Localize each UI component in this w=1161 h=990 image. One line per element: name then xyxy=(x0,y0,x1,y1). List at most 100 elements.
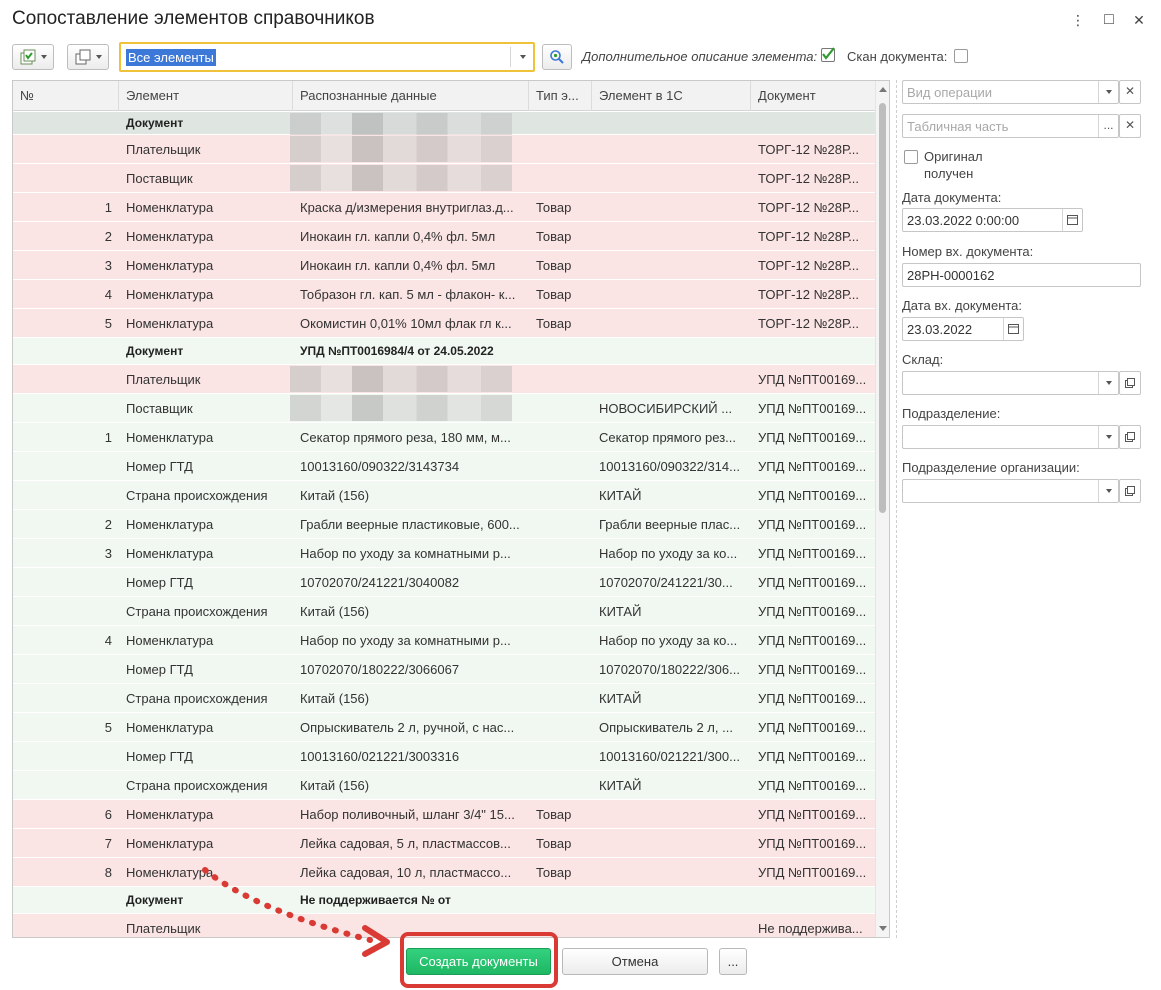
row-type xyxy=(529,510,592,538)
operation-type-field[interactable]: Вид операции xyxy=(902,80,1119,104)
open-warehouse-button[interactable] xyxy=(1119,371,1141,395)
open-org-department-button[interactable] xyxy=(1119,479,1141,503)
table-row[interactable]: 4 Номенклатура Набор по уходу за комнатным… xyxy=(13,626,875,655)
row-recognized-data: Окомистин 0,01% 10мл флак гл к... xyxy=(300,315,512,331)
row-type xyxy=(529,684,592,712)
table-row[interactable]: Страна происхождения Китай (156) КИТАЙ УПД … xyxy=(13,597,875,626)
row-recognized-data: Краска д/измерения внутриглаз.д... xyxy=(300,199,514,215)
filter-select[interactable]: Все элементы xyxy=(119,42,535,72)
chevron-down-icon[interactable] xyxy=(520,55,526,59)
calendar-icon[interactable] xyxy=(1003,318,1023,340)
find-button[interactable] xyxy=(542,44,572,70)
scroll-up-icon[interactable] xyxy=(879,87,887,92)
copy-menu-button[interactable] xyxy=(67,44,109,70)
table-row[interactable]: 5 Номенклатура Окомистин 0,01% 10мл флак г… xyxy=(13,309,875,338)
doc-date-field[interactable]: 23.03.2022 0:00:00 xyxy=(902,208,1083,232)
row-element-1c: КИТАЙ xyxy=(599,603,642,619)
table-row[interactable]: 3 Номенклатура Инокаин гл. капли 0,4% фл. … xyxy=(13,251,875,280)
row-element: Номенклатура xyxy=(126,257,214,273)
items-table[interactable]: № Элемент Распознанные данные Тип э... Э… xyxy=(12,80,890,938)
table-row[interactable]: 1 Номенклатура Секатор прямого реза, 180 м… xyxy=(13,423,875,452)
scan-checkbox[interactable] xyxy=(954,49,968,63)
column-header-element[interactable]: Элемент xyxy=(119,81,293,111)
chevron-down-icon[interactable] xyxy=(1098,372,1118,394)
close-icon: ✕ xyxy=(1124,84,1136,98)
table-row[interactable]: 7 Номенклатура Лейка садовая, 5 л, пластма… xyxy=(13,829,875,858)
table-row[interactable]: Поставщик НОВОСИБИРСКИЙ ... УПД №ПТ00169..… xyxy=(13,394,875,423)
table-row[interactable]: Страна происхождения Китай (156) КИТАЙ УПД … xyxy=(13,771,875,800)
chevron-down-icon[interactable] xyxy=(1098,480,1118,502)
table-row[interactable]: Документ Не поддерживается № от xyxy=(13,887,875,914)
row-type xyxy=(529,135,592,163)
checkmark-icon xyxy=(822,47,835,60)
table-row[interactable]: 2 Номенклатура Инокаин гл. капли 0,4% фл. … xyxy=(13,222,875,251)
table-row[interactable]: 5 Номенклатура Опрыскиватель 2 л, ручной, … xyxy=(13,713,875,742)
doc-date-value: 23.03.2022 0:00:00 xyxy=(907,213,1020,228)
table-row[interactable]: 1 Номенклатура Краска д/измерения внутригл… xyxy=(13,193,875,222)
column-header-type[interactable]: Тип э... xyxy=(529,81,592,111)
row-type: Товар xyxy=(536,199,572,215)
row-element-1c xyxy=(592,338,751,364)
redacted-data-blur xyxy=(290,165,512,191)
calendar-icon[interactable] xyxy=(1062,209,1082,231)
department-label: Подразделение: xyxy=(902,406,1001,421)
table-row[interactable]: Документ УПД №ПТ0016984/4 от 24.05.2022 xyxy=(13,338,875,365)
warehouse-field[interactable] xyxy=(902,371,1119,395)
scroll-thumb[interactable] xyxy=(879,103,886,513)
org-department-field[interactable] xyxy=(902,479,1119,503)
more-actions-button[interactable]: ... xyxy=(719,948,747,975)
clear-operation-button[interactable]: ✕ xyxy=(1119,80,1141,104)
column-header-number[interactable]: № xyxy=(13,81,119,111)
row-element: Страна происхождения xyxy=(126,690,268,706)
department-field[interactable] xyxy=(902,425,1119,449)
column-header-recognized[interactable]: Распознанные данные xyxy=(293,81,529,111)
row-recognized-data: Тобразон гл. кап. 5 мл - флакон- к... xyxy=(300,286,516,302)
clear-tabular-button[interactable]: ✕ xyxy=(1119,114,1141,138)
cancel-button[interactable]: Отмена xyxy=(562,948,708,975)
in-date-field[interactable]: 23.03.2022 xyxy=(902,317,1024,341)
open-department-button[interactable] xyxy=(1119,425,1141,449)
chevron-down-icon[interactable] xyxy=(1098,81,1118,103)
table-row[interactable]: Документ xyxy=(13,112,875,139)
table-row[interactable]: Плательщик ТОРГ-12 №28Р... xyxy=(13,135,875,164)
mark-items-button[interactable] xyxy=(12,44,54,70)
table-row[interactable]: Номер ГТД 10013160/090322/3143734 10013160… xyxy=(13,452,875,481)
close-icon[interactable]: ✕ xyxy=(1129,10,1149,30)
column-header-element-1c[interactable]: Элемент в 1С xyxy=(592,81,751,111)
row-recognized-data: Опрыскиватель 2 л, ручной, с нас... xyxy=(300,719,515,735)
table-row[interactable]: 6 Номенклатура Набор поливочный, шланг 3/4… xyxy=(13,800,875,829)
table-row[interactable]: 8 Номенклатура Лейка садовая, 10 л, пластм… xyxy=(13,858,875,887)
chevron-down-icon[interactable] xyxy=(1098,426,1118,448)
ellipsis-icon[interactable]: ... xyxy=(1098,115,1118,137)
row-element: Номенклатура xyxy=(126,516,214,532)
table-row[interactable]: 2 Номенклатура Грабли веерные пластиковые,… xyxy=(13,510,875,539)
column-header-document[interactable]: Документ xyxy=(751,81,875,111)
tabular-part-field[interactable]: Табличная часть ... xyxy=(902,114,1119,138)
row-element: Номер ГТД xyxy=(126,574,193,590)
row-number xyxy=(13,452,119,480)
row-element-1c: Опрыскиватель 2 л, ... xyxy=(599,719,733,735)
row-document: УПД №ПТ00169... xyxy=(758,835,867,851)
extra-desc-checkbox[interactable] xyxy=(821,47,835,62)
table-row[interactable]: Номер ГТД 10013160/021221/3003316 10013160… xyxy=(13,742,875,771)
row-type: Товар xyxy=(536,864,572,880)
table-row[interactable]: Поставщик ТОРГ-12 №28Р... xyxy=(13,164,875,193)
row-element-1c: 10013160/090322/314... xyxy=(599,458,740,474)
row-document: УПД №ПТ00169... xyxy=(758,429,867,445)
original-received-checkbox[interactable] xyxy=(904,150,918,164)
table-row[interactable]: 3 Номенклатура Набор по уходу за комнатным… xyxy=(13,539,875,568)
vertical-scrollbar[interactable] xyxy=(875,81,889,937)
more-menu-icon[interactable]: ⋮ xyxy=(1068,10,1088,30)
table-row[interactable]: Страна происхождения Китай (156) КИТАЙ УПД … xyxy=(13,684,875,713)
scroll-down-icon[interactable] xyxy=(879,926,887,931)
row-element-1c: НОВОСИБИРСКИЙ ... xyxy=(599,400,733,416)
table-row[interactable]: Номер ГТД 10702070/180222/3066067 10702070… xyxy=(13,655,875,684)
in-number-field[interactable]: 28РН-0000162 xyxy=(902,263,1141,287)
maximize-icon[interactable]: □ xyxy=(1099,10,1119,30)
row-number xyxy=(13,338,119,364)
table-row[interactable]: 4 Номенклатура Тобразон гл. кап. 5 мл - фл… xyxy=(13,280,875,309)
warehouse-label: Склад: xyxy=(902,352,944,367)
table-row[interactable]: Плательщик УПД №ПТ00169... xyxy=(13,365,875,394)
table-row[interactable]: Страна происхождения Китай (156) КИТАЙ УПД … xyxy=(13,481,875,510)
table-row[interactable]: Номер ГТД 10702070/241221/3040082 10702070… xyxy=(13,568,875,597)
